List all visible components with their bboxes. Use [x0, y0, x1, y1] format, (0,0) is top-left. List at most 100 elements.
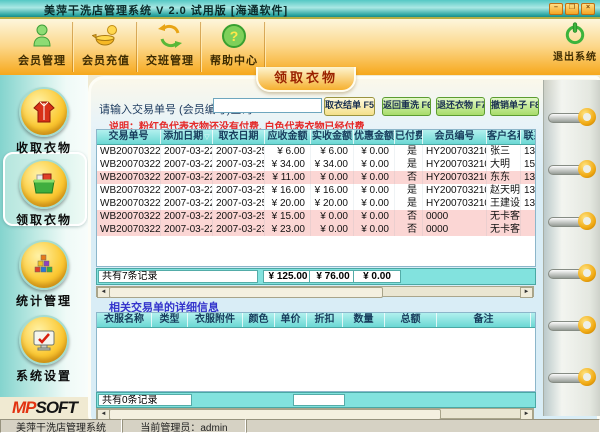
exit-system-button[interactable]: 退出系统 [546, 22, 600, 63]
detail-summary-bar: 共有0条记录 [96, 392, 536, 408]
table-cell: 张三 [487, 145, 521, 158]
table-cell: ¥ 0.00 [354, 184, 395, 197]
column-header[interactable]: 实收金额 [311, 130, 354, 144]
orders-scrollbar[interactable]: ◄ ► [96, 286, 534, 298]
status-empty [246, 419, 600, 433]
sidebar-item-system-settings[interactable]: 系统设置 [0, 315, 88, 384]
column-header[interactable]: 交易单号 [97, 130, 161, 144]
detail-table: 衣服名称 类型 衣服附件 颜色 单价 折扣 数量 总额 备注 [96, 312, 536, 392]
close-button[interactable]: × [581, 3, 595, 15]
table-cell: 159321 [521, 158, 535, 171]
table-row[interactable]: WB200703220012007-03-222007-03-23¥ 23.00… [97, 223, 535, 236]
table-cell: ¥ 16.00 [311, 184, 354, 197]
column-header[interactable]: 类型 [152, 313, 188, 327]
table-cell: ¥ 16.00 [265, 184, 311, 197]
table-row[interactable]: WB200703220022007-03-222007-03-25¥ 15.00… [97, 210, 535, 223]
table-cell [521, 210, 535, 223]
table-cell: 2007-03-25 [213, 210, 265, 223]
orders-table-header: 交易单号添加日期▽取衣日期应收金额实收金额优惠金额已付费会员编号客户名称联系 [97, 130, 535, 145]
table-cell: ¥ 0.00 [354, 223, 395, 236]
detail-total-cell [293, 394, 345, 406]
table-cell: WB20070322002 [97, 210, 161, 223]
status-current-admin: 当前管理员：admin [122, 419, 246, 433]
table-cell: 东东 [487, 171, 521, 184]
table-cell: WB20070322009 [97, 145, 161, 158]
orders-summary-bar: 共有7条记录 ¥ 125.00 ¥ 76.00 ¥ 0.00 [96, 268, 536, 285]
table-cell: HY20070321001 [423, 197, 487, 210]
tab-pickup-clothes[interactable]: 领取衣物 [256, 67, 356, 92]
pickup-settle-button[interactable]: 取衣结单 F5 [324, 97, 375, 116]
table-cell: WB20070322003 [97, 197, 161, 210]
detail-table-header: 衣服名称 类型 衣服附件 颜色 单价 折扣 数量 总额 备注 [97, 313, 535, 328]
detail-scrollbar[interactable]: ◄ ► [96, 408, 534, 420]
window-title: 美萍干洗店管理系统 V 2.0 试用版 [海通软件] [44, 5, 289, 17]
minimize-button[interactable]: – [549, 3, 563, 15]
scroll-right-icon[interactable]: ► [520, 287, 533, 298]
table-row[interactable]: WB200703220092007-03-222007-03-25¥ 6.00¥… [97, 145, 535, 158]
table-cell: 2007-03-25 [213, 197, 265, 210]
table-row[interactable]: WB200703220042007-03-222007-03-25¥ 16.00… [97, 184, 535, 197]
table-cell: ¥ 20.00 [265, 197, 311, 210]
table-row[interactable]: WB200703220052007-03-222007-03-25¥ 11.00… [97, 171, 535, 184]
column-header[interactable]: 会员编号 [423, 130, 487, 144]
column-header[interactable]: 优惠金额 [354, 130, 395, 144]
column-header[interactable]: 颜色 [243, 313, 275, 327]
return-clothes-button[interactable]: 退还衣物 F7 [436, 97, 485, 116]
monitor-check-icon [19, 315, 69, 365]
coat-icon [19, 87, 69, 137]
column-header[interactable]: 衣服名称 [97, 313, 152, 327]
column-header[interactable]: 已付费 [395, 130, 423, 144]
table-cell: ¥ 6.00 [311, 145, 354, 158]
maximize-button[interactable]: ❐ [565, 3, 579, 15]
mpsoft-logo: MPSOFT [12, 398, 78, 417]
table-cell: 134656 [521, 145, 535, 158]
sidebar-item-statistics[interactable]: 统计管理 [0, 240, 88, 309]
table-cell: ¥ 6.00 [265, 145, 311, 158]
table-cell: 王建设 [487, 197, 521, 210]
table-cell: 2007-03-25 [213, 171, 265, 184]
rewash-button[interactable]: 返回重洗 F6 [382, 97, 431, 116]
table-cell: 0000 [423, 223, 487, 236]
toolbar-shift-management[interactable]: 交班管理 [138, 22, 202, 68]
column-header[interactable]: 折扣 [307, 313, 343, 327]
table-cell: ¥ 15.00 [265, 210, 311, 223]
sidebar-item-pickup-clothes[interactable]: 领取衣物 [0, 159, 88, 228]
column-header[interactable]: 衣服附件 [188, 313, 243, 327]
recharge-lamp-icon [91, 22, 120, 50]
column-header[interactable]: 备注 [437, 313, 531, 327]
binder-ring-icon [548, 160, 596, 178]
column-header[interactable]: 取衣日期 [213, 130, 265, 144]
binder-ring-icon [548, 212, 596, 230]
toolbar-member-management[interactable]: 会员管理 [10, 22, 74, 68]
table-cell: ¥ 34.00 [265, 158, 311, 171]
toolbar-help-center[interactable]: ? 帮助中心 [202, 22, 266, 68]
cancel-ticket-button[interactable]: 撤销单子 F8 [490, 97, 539, 116]
table-cell: 2007-03-22 [161, 197, 213, 210]
column-header[interactable]: 客户名称 [487, 130, 521, 144]
column-header[interactable]: 单价 [275, 313, 307, 327]
table-cell: 2007-03-22 [161, 158, 213, 171]
table-cell: ¥ 0.00 [354, 145, 395, 158]
table-cell: ¥ 0.00 [311, 223, 354, 236]
column-header[interactable]: 联系 [521, 130, 536, 144]
toolbar-member-recharge[interactable]: 会员充值 [74, 22, 138, 68]
search-input[interactable] [213, 98, 322, 113]
table-row[interactable]: WB200703220062007-03-222007-03-25¥ 34.00… [97, 158, 535, 171]
column-header[interactable]: 总额 [385, 313, 437, 327]
table-cell: 0000 [423, 210, 487, 223]
basket-icon [19, 159, 69, 209]
scrollbar-thumb[interactable] [109, 287, 383, 298]
record-count: 共有7条记录 [98, 270, 258, 283]
shift-arrows-icon [156, 22, 184, 50]
column-header[interactable]: 数量 [343, 313, 385, 327]
table-cell: 赵天明 [487, 184, 521, 197]
table-cell: 2007-03-25 [213, 145, 265, 158]
table-cell: WB20070322001 [97, 223, 161, 236]
toolbar-separator [264, 22, 265, 72]
sidebar-item-receive-clothes[interactable]: 收取衣物 [0, 87, 88, 156]
table-row[interactable]: WB200703220032007-03-222007-03-25¥ 20.00… [97, 197, 535, 210]
column-header[interactable]: 应收金额 [265, 130, 311, 144]
table-cell: HY20070321005 [423, 184, 487, 197]
column-header[interactable]: 添加日期▽ [161, 130, 213, 144]
total-receivable: ¥ 125.00 [263, 270, 313, 283]
